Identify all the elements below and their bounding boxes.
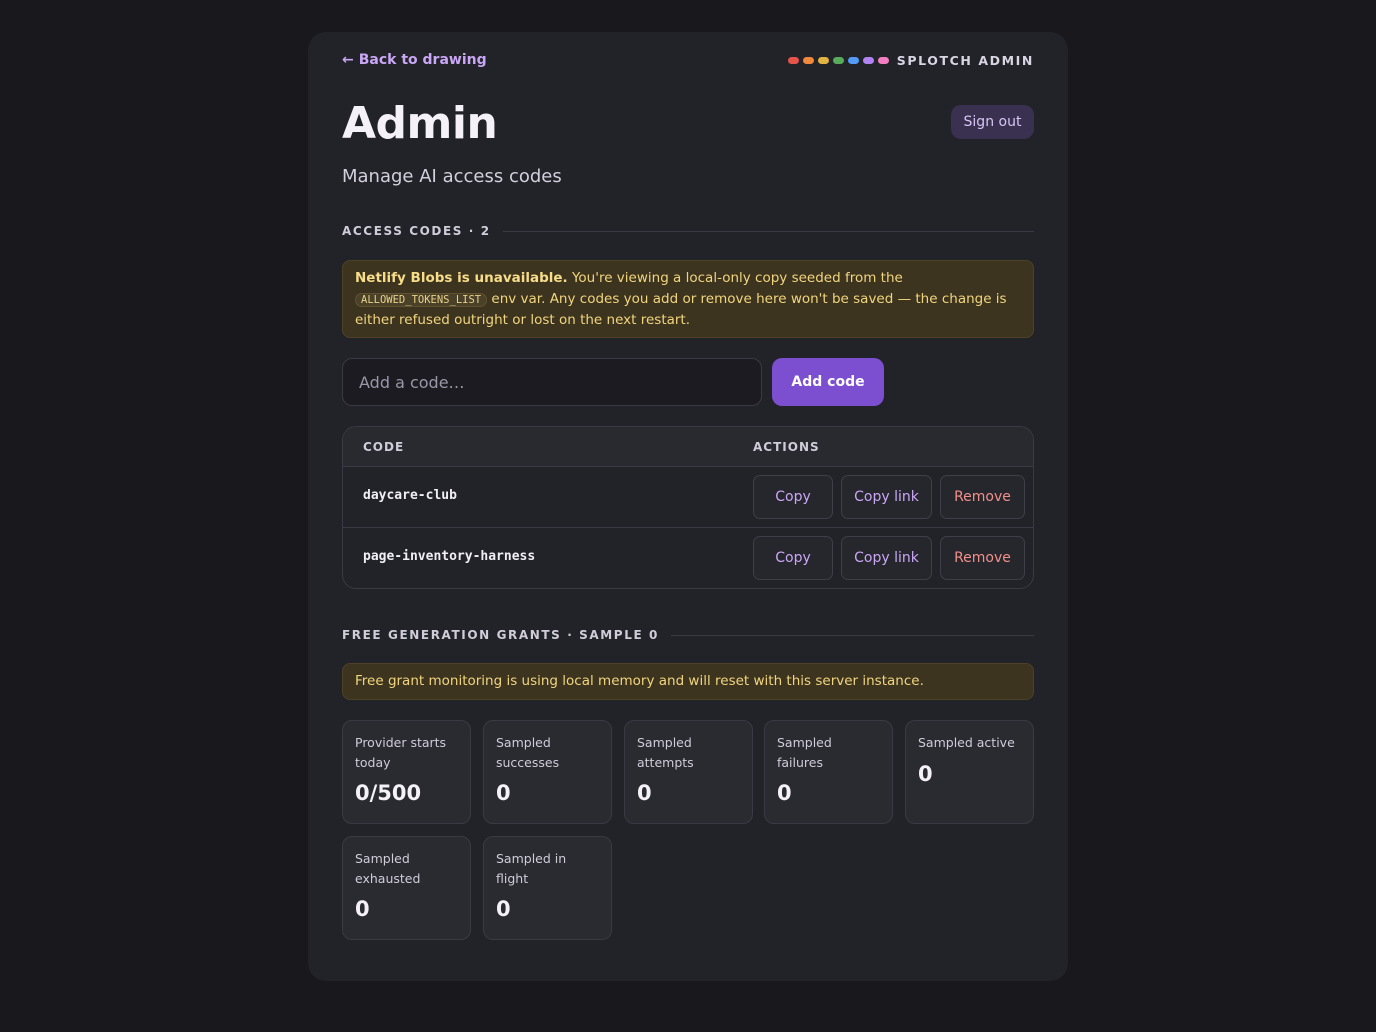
stat-label: Sampled in flight bbox=[496, 851, 567, 886]
top-bar: ← Back to drawing SPLOTCH ADMIN bbox=[342, 52, 1034, 72]
back-link-label: Back to drawing bbox=[358, 52, 487, 68]
copy-button[interactable]: Copy bbox=[753, 475, 833, 519]
stat-value: 0/500 bbox=[355, 781, 422, 805]
grant-monitoring-notice: Free grant monitoring is using local mem… bbox=[342, 663, 1034, 700]
blobs-unavailable-warning: Netlify Blobs is unavailable. You're vie… bbox=[342, 260, 1034, 338]
add-code-button[interactable]: Add code bbox=[772, 358, 884, 406]
brand-dot bbox=[787, 57, 799, 64]
stat-label: Sampled active bbox=[918, 735, 1015, 750]
table-row: daycare-club Copy Copy link Remove bbox=[343, 467, 1033, 528]
copy-link-button[interactable]: Copy link bbox=[841, 475, 932, 519]
copy-button[interactable]: Copy bbox=[753, 536, 833, 580]
column-header-code: CODE bbox=[363, 440, 405, 454]
brand-name: SPLOTCH ADMIN bbox=[896, 53, 1034, 68]
code-value: daycare-club bbox=[363, 488, 457, 503]
stat-label: Sampled failures bbox=[777, 735, 832, 770]
column-header-actions: ACTIONS bbox=[753, 440, 820, 454]
stat-card: Sampled exhausted 0 bbox=[342, 836, 471, 940]
stat-card: Sampled successes 0 bbox=[483, 720, 612, 824]
remove-button[interactable]: Remove bbox=[940, 475, 1025, 519]
section-divider bbox=[670, 634, 1034, 636]
warning-title: Netlify Blobs is unavailable. bbox=[355, 270, 568, 286]
table-row: page-inventory-harness Copy Copy link Re… bbox=[343, 528, 1033, 588]
stat-value: 0 bbox=[637, 781, 652, 805]
brand-dot bbox=[877, 57, 889, 64]
stat-label: Sampled attempts bbox=[637, 735, 694, 770]
stat-card: Sampled failures 0 bbox=[764, 720, 893, 824]
grants-section-title: FREE GENERATION GRANTS · SAMPLE 0 bbox=[342, 628, 659, 642]
stat-card: Sampled active 0 bbox=[905, 720, 1034, 824]
brand: SPLOTCH ADMIN bbox=[787, 53, 1034, 68]
stat-value: 0 bbox=[918, 761, 933, 786]
add-code-row: Add code bbox=[342, 358, 1034, 406]
brand-dots-logo bbox=[787, 57, 889, 64]
page-subtitle: Manage AI access codes bbox=[342, 166, 562, 187]
stat-label: Sampled successes bbox=[496, 735, 560, 770]
stat-value: 0 bbox=[496, 781, 511, 805]
stat-value: 0 bbox=[496, 897, 511, 921]
stat-label: Sampled exhausted bbox=[355, 851, 421, 886]
stat-value: 0 bbox=[355, 897, 370, 921]
notice-text: Free grant monitoring is using local mem… bbox=[355, 673, 924, 689]
access-codes-section-title: ACCESS CODES · 2 bbox=[342, 224, 491, 238]
page-title: Admin bbox=[342, 98, 498, 149]
stat-label: Provider starts today bbox=[355, 735, 447, 770]
stat-card: Sampled attempts 0 bbox=[624, 720, 753, 824]
brand-dot bbox=[862, 57, 874, 64]
copy-link-button[interactable]: Copy link bbox=[841, 536, 932, 580]
grants-section-header: FREE GENERATION GRANTS · SAMPLE 0 bbox=[342, 627, 1034, 643]
arrow-left-icon: ← bbox=[342, 52, 354, 68]
stat-value: 0 bbox=[777, 781, 792, 805]
brand-dot bbox=[817, 57, 829, 64]
stat-card: Provider starts today 0/500 bbox=[342, 720, 471, 824]
table-header: CODE ACTIONS bbox=[343, 427, 1033, 467]
admin-card: ← Back to drawing SPLOTCH ADMIN Admin Si… bbox=[308, 32, 1068, 981]
back-to-drawing-link[interactable]: ← Back to drawing bbox=[342, 52, 487, 68]
code-value: page-inventory-harness bbox=[363, 549, 536, 564]
remove-button[interactable]: Remove bbox=[940, 536, 1025, 580]
access-codes-table: CODE ACTIONS daycare-club Copy Copy link… bbox=[342, 426, 1034, 589]
brand-dot bbox=[832, 57, 844, 64]
add-code-input[interactable] bbox=[342, 358, 762, 406]
warning-text-1: You're viewing a local-only copy seeded … bbox=[567, 270, 903, 286]
sign-out-button[interactable]: Sign out bbox=[951, 105, 1034, 139]
brand-dot bbox=[802, 57, 814, 64]
brand-dot bbox=[847, 57, 859, 64]
env-var-code: ALLOWED_TOKENS_LIST bbox=[355, 292, 488, 307]
section-divider bbox=[502, 230, 1034, 232]
stat-card: Sampled in flight 0 bbox=[483, 836, 612, 940]
access-codes-section-header: ACCESS CODES · 2 bbox=[342, 223, 1034, 239]
